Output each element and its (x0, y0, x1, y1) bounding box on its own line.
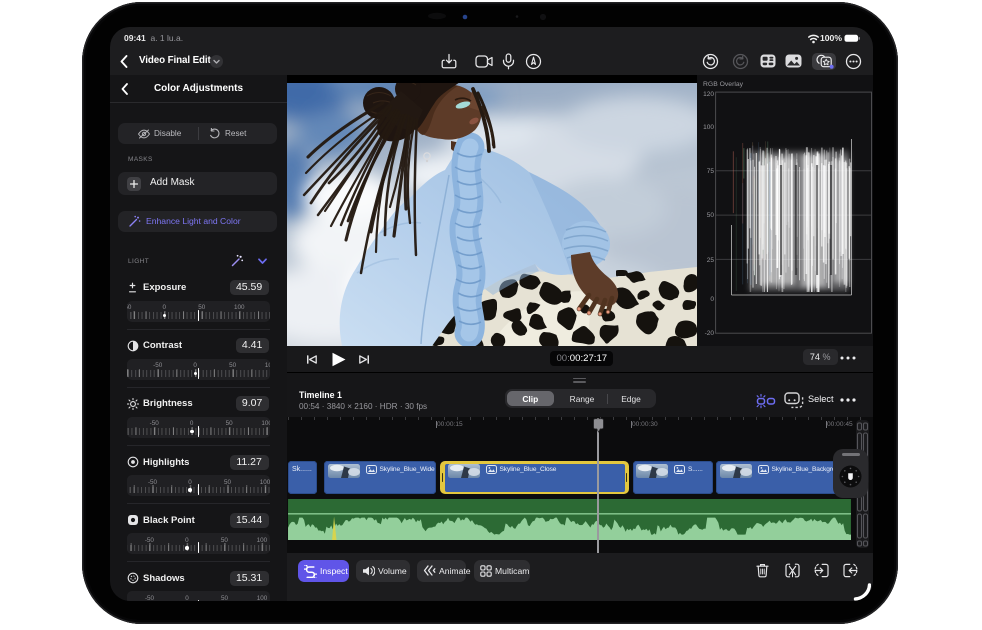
svg-text:0: 0 (710, 296, 714, 303)
svg-text:120: 120 (703, 91, 714, 98)
svg-text:75: 75 (707, 168, 715, 175)
svg-text:100: 100 (703, 124, 714, 131)
svg-text:25: 25 (707, 257, 715, 264)
svg-text:-20: -20 (705, 330, 715, 337)
svg-text:50: 50 (707, 212, 715, 219)
